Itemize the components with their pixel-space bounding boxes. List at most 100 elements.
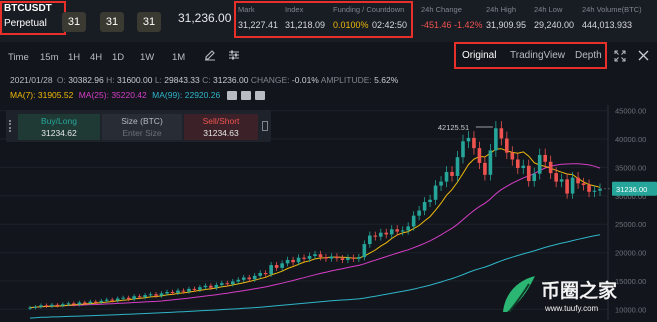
ticker-bar: BTCUSDT Perpetual 31 31 31 31,236.00 Mar… [0, 0, 657, 42]
index-value: 31,218.09 [285, 20, 326, 30]
candle-body [187, 288, 191, 292]
candle-body [422, 202, 427, 211]
current-price-label: 31236.00 [616, 185, 647, 194]
candle-body [389, 229, 394, 235]
candle-body [126, 297, 131, 300]
candle-body [104, 299, 109, 301]
candle-body [581, 183, 586, 186]
candle-body [154, 294, 158, 296]
drag-handle[interactable] [9, 120, 13, 132]
candle-body [176, 290, 180, 293]
candle-body [543, 154, 547, 162]
interval-1w[interactable]: 1W [140, 52, 154, 63]
close-icon[interactable] [638, 50, 649, 63]
candle-body [88, 301, 93, 304]
candle-body [351, 257, 356, 259]
leverage-tab-1[interactable]: 31 [62, 12, 86, 32]
candle-body [324, 257, 328, 259]
low-value: 29,240.00 [534, 20, 575, 30]
candle-body [269, 265, 273, 275]
ma25-label: MA(25): [78, 90, 109, 100]
candle-body [570, 177, 575, 194]
change-label: 24h Change [421, 5, 462, 14]
candle-body [83, 302, 87, 304]
expand-icon[interactable] [614, 50, 626, 64]
candle-body [143, 295, 147, 298]
candle-body [548, 161, 553, 174]
candle-body [515, 159, 520, 168]
candle-body [181, 290, 186, 292]
leverage-tab-3[interactable]: 31 [137, 12, 161, 32]
index-label: Index [285, 5, 304, 14]
candle-body [411, 215, 416, 227]
candle-body [346, 257, 350, 260]
interval-1m[interactable]: 1M [172, 52, 185, 63]
tab-depth[interactable]: Depth [575, 50, 602, 61]
interval-1d[interactable]: 1D [112, 52, 124, 63]
site-logo-icon [503, 276, 535, 313]
candle-body [159, 293, 164, 296]
pencil-icon[interactable] [204, 49, 216, 64]
ma99-label: MA(99): [152, 90, 183, 100]
high-value: 31,909.95 [486, 20, 527, 30]
funding-rate: 0.0100% [333, 20, 369, 30]
gear-icon[interactable] [240, 91, 251, 101]
collapse-panel-icon[interactable] [262, 121, 268, 131]
sell-short-button[interactable]: Sell/Short 31234.63 [184, 114, 258, 140]
candle-body [318, 254, 323, 258]
tab-original[interactable]: Original [462, 50, 496, 61]
candle-body [510, 152, 515, 160]
change-label: CHANGE: [250, 75, 290, 85]
funding-countdown: 02:42:50 [372, 20, 408, 30]
candle-body [307, 255, 312, 259]
candle-body [521, 165, 526, 168]
candle-body [214, 284, 219, 288]
candle-body [192, 288, 197, 290]
y-tick-label: 35000.00 [615, 163, 646, 172]
contract-type: Perpetual [4, 18, 47, 29]
candle-body [285, 259, 290, 264]
candle-body [55, 304, 60, 306]
close-label: C: [202, 75, 211, 85]
open-value: 30382.96 [68, 75, 104, 85]
interval-15m[interactable]: 15m [40, 52, 58, 63]
candle-body [137, 296, 142, 298]
settings-sliders-icon[interactable] [228, 49, 240, 64]
eye-icon[interactable] [226, 91, 237, 101]
candle-body [329, 256, 334, 259]
candle-body [61, 304, 65, 306]
candle-body [400, 230, 405, 232]
y-tick-label: 40000.00 [615, 135, 646, 144]
ohlc-line: 2021/01/28 O: 30382.96 H: 31600.00 L: 29… [10, 75, 398, 85]
ma99-value: 22920.26 [184, 90, 221, 100]
mark-label: Mark [238, 5, 255, 14]
interval-4h[interactable]: 4H [90, 52, 102, 63]
low-label: L: [154, 75, 162, 85]
candle-body [148, 294, 153, 296]
candle-body [576, 177, 580, 184]
size-input[interactable]: Size (BTC) Enter Size [102, 114, 182, 140]
buy-long-button[interactable]: Buy/Long 31234.62 [18, 114, 100, 140]
size-label: Size (BTC) [121, 116, 163, 126]
volume-label: 24h Volume(BTC) [582, 5, 642, 14]
time-label[interactable]: Time [8, 52, 29, 63]
candle-body [450, 171, 454, 176]
close-indicator-icon[interactable] [255, 91, 266, 101]
candle-body [121, 297, 125, 299]
high-label: 24h High [486, 5, 517, 14]
candle-body [532, 173, 537, 182]
candle-body [28, 307, 32, 309]
ma-line: MA(7): 31905.52 MA(25): 35220.42 MA(99):… [10, 90, 266, 101]
candle-body [455, 157, 460, 176]
leverage-tab-2[interactable]: 31 [100, 12, 124, 32]
candle-body [368, 235, 372, 245]
ma7-label: MA(7): [10, 90, 36, 100]
interval-1h[interactable]: 1H [68, 52, 80, 63]
symbol-name[interactable]: BTCUSDT [4, 3, 52, 14]
candle-body [93, 301, 98, 303]
sell-short-label: Sell/Short [202, 116, 240, 126]
open-label: O: [56, 75, 66, 85]
candle-body [537, 154, 542, 174]
tab-tradingview[interactable]: TradingView [510, 50, 565, 61]
candle-body [165, 292, 169, 294]
